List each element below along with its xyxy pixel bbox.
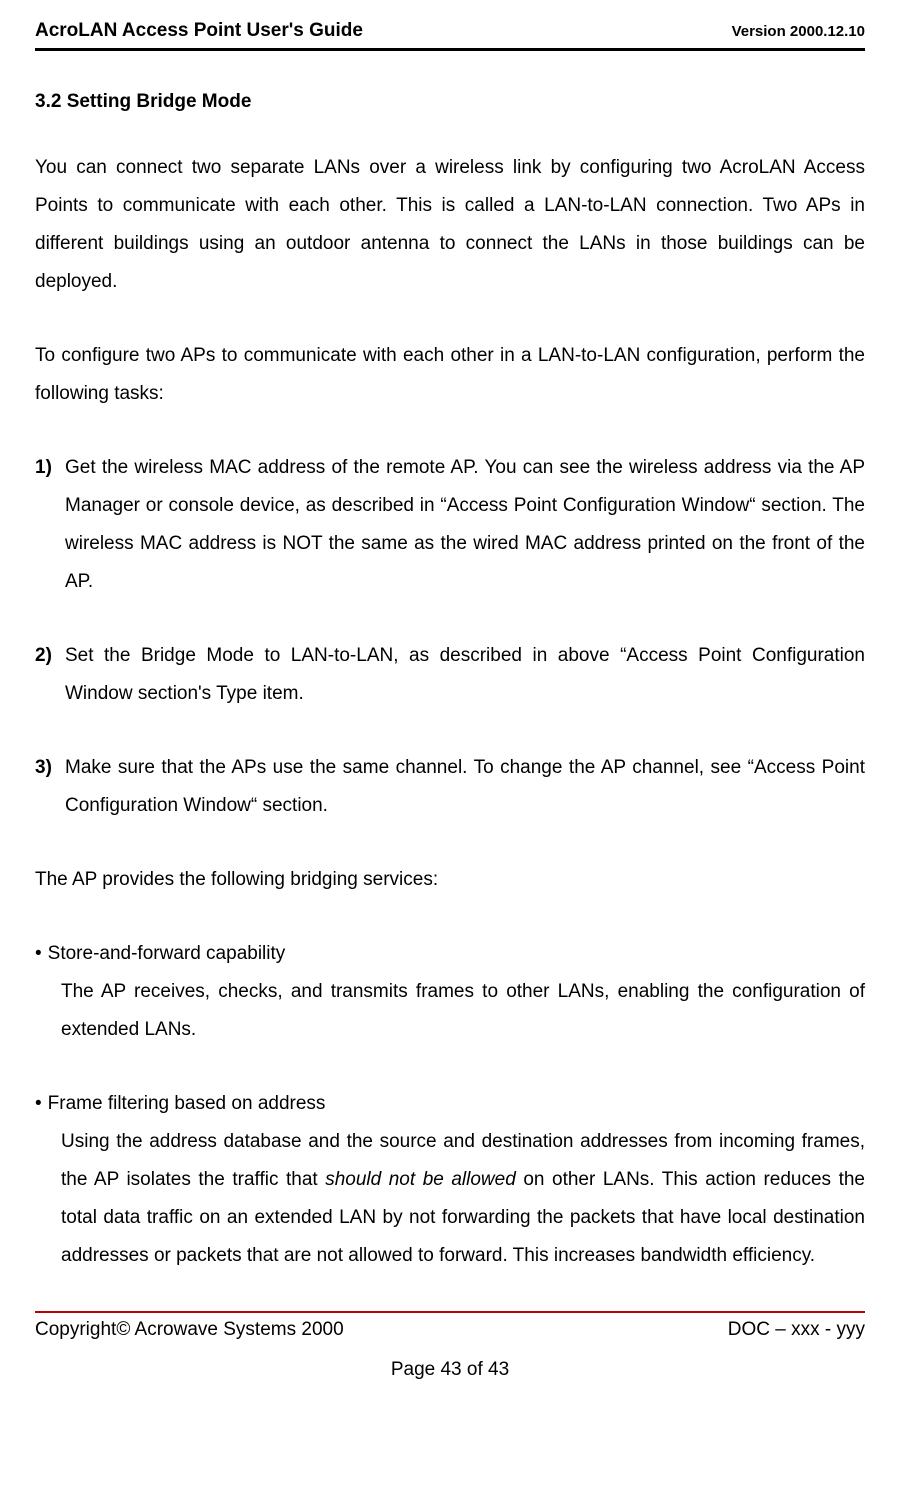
document-version: Version 2000.12.10	[732, 23, 865, 40]
bullet-body: The AP receives, checks, and transmits f…	[61, 973, 865, 1049]
footer-copyright: Copyright© Acrowave Systems 2000	[35, 1319, 344, 1341]
paragraph-intro-2: To configure two APs to communicate with…	[35, 337, 865, 413]
bullet-item-1: • Store-and-forward capability The AP re…	[35, 935, 865, 1049]
bullet-title: Store-and-forward capability	[48, 935, 286, 973]
step-item-2: 2) Set the Bridge Mode to LAN-to-LAN, as…	[35, 637, 865, 713]
step-body: Set the Bridge Mode to LAN-to-LAN, as de…	[65, 637, 865, 713]
step-number: 2)	[35, 637, 65, 713]
footer-divider	[35, 1311, 865, 1313]
document-footer: Copyright© Acrowave Systems 2000 DOC – x…	[35, 1319, 865, 1341]
bullet-body: Using the address database and the sourc…	[61, 1123, 865, 1275]
section-heading: 3.2 Setting Bridge Mode	[35, 91, 865, 113]
bullet-title: Frame filtering based on address	[48, 1085, 326, 1123]
paragraph-services: The AP provides the following bridging s…	[35, 861, 865, 899]
bullet-body-emphasis: should not be allowed	[325, 1169, 516, 1190]
header-divider	[35, 48, 865, 51]
footer-doc-id: DOC – xxx - yyy	[728, 1319, 865, 1341]
step-number: 1)	[35, 449, 65, 601]
bullet-icon: •	[35, 935, 48, 973]
step-body: Get the wireless MAC address of the remo…	[65, 449, 865, 601]
step-item-3: 3) Make sure that the APs use the same c…	[35, 749, 865, 825]
bullet-icon: •	[35, 1085, 48, 1123]
step-number: 3)	[35, 749, 65, 825]
bullet-item-2: • Frame filtering based on address Using…	[35, 1085, 865, 1275]
step-body: Make sure that the APs use the same chan…	[65, 749, 865, 825]
document-header: AcroLAN Access Point User's Guide Versio…	[35, 20, 865, 42]
document-title: AcroLAN Access Point User's Guide	[35, 20, 363, 42]
steps-list: 1) Get the wireless MAC address of the r…	[35, 449, 865, 825]
paragraph-intro-1: You can connect two separate LANs over a…	[35, 149, 865, 301]
page-number: Page 43 of 43	[35, 1359, 865, 1381]
step-item-1: 1) Get the wireless MAC address of the r…	[35, 449, 865, 601]
